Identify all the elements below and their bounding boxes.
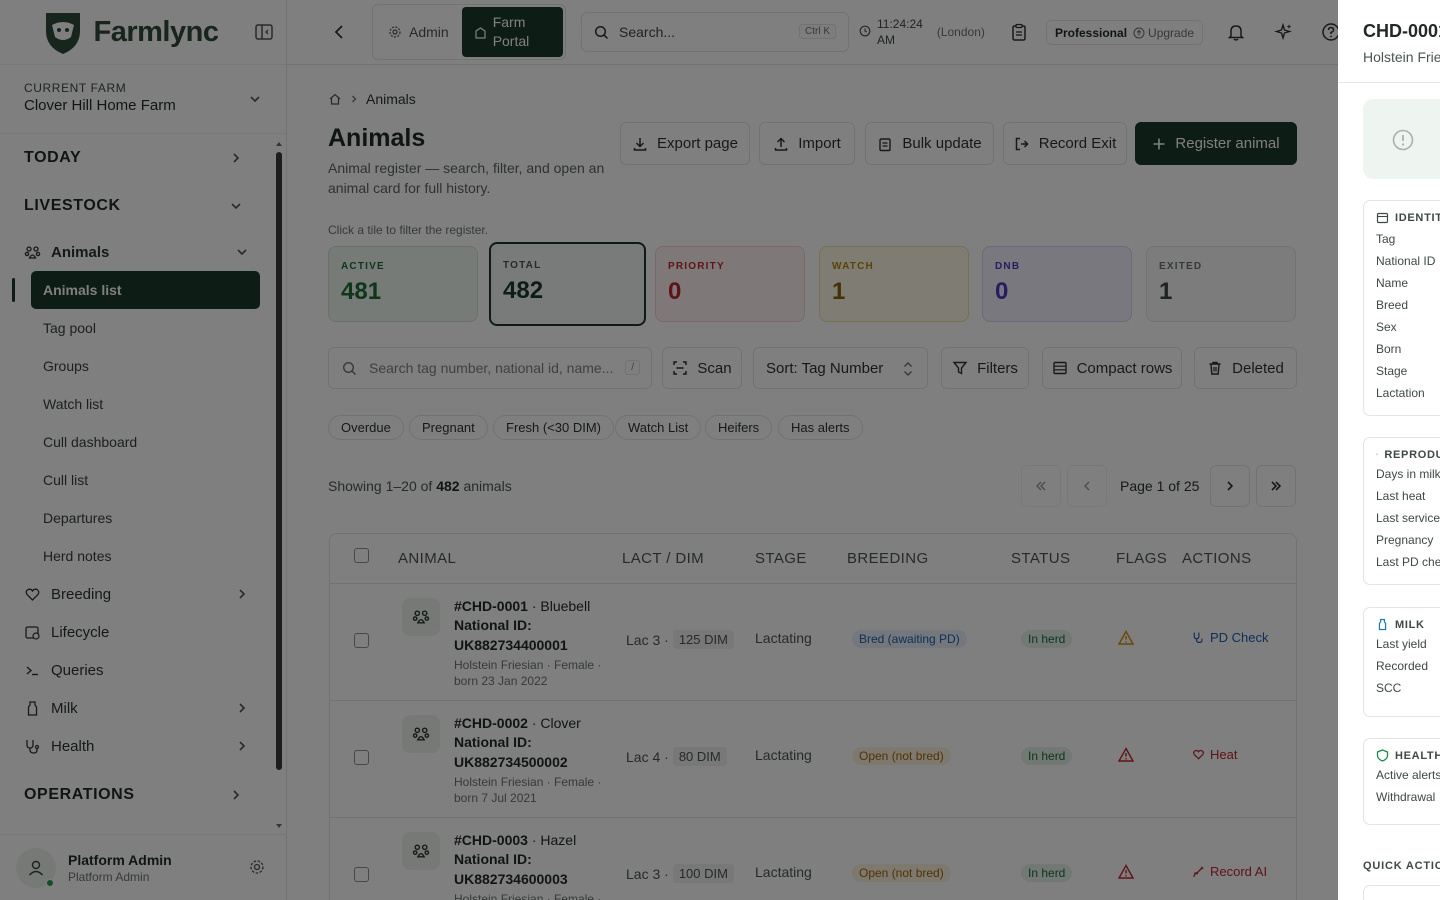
modal-backdrop[interactable] <box>0 0 1338 900</box>
quick-action-button[interactable] <box>1363 885 1440 900</box>
drawer-header: CHD-0001 Holstein Friesian <box>1338 0 1440 83</box>
reproduction-field: Pregnancy <box>1376 533 1434 547</box>
drawer-subtitle: Holstein Friesian <box>1363 49 1440 65</box>
identity-field: Stage <box>1376 364 1408 378</box>
quick-actions-heading: QUICK ACTIONS <box>1363 860 1440 872</box>
drawer-title: CHD-0001 <box>1363 21 1440 41</box>
milk-field: Recorded <box>1376 659 1429 673</box>
animal-detail-drawer: CHD-0001 Holstein Friesian IDENTITY Tag … <box>1338 0 1440 900</box>
identity-field: Name <box>1376 276 1409 290</box>
identity-heading: IDENTITY <box>1395 211 1440 224</box>
identity-field: Sex <box>1376 320 1397 334</box>
reproduction-heading: REPRODUCTION <box>1384 448 1440 461</box>
identity-field: Breed <box>1376 298 1409 312</box>
alert-summary-card <box>1363 99 1440 179</box>
milk-field: SCC <box>1376 681 1402 695</box>
health-field: Withdrawal <box>1376 790 1436 804</box>
calendar-icon <box>1376 212 1389 224</box>
milk-bottle-icon <box>1378 618 1387 631</box>
identity-field: Lactation <box>1376 386 1425 400</box>
identity-field: Tag <box>1376 232 1396 246</box>
identity-card: IDENTITY Tag National ID Name Breed Sex … <box>1363 200 1440 416</box>
alert-circle-icon <box>1391 128 1415 152</box>
reproduction-field: Days in milk <box>1376 467 1440 481</box>
shield-icon <box>1376 749 1389 762</box>
milk-heading: MILK <box>1395 618 1425 631</box>
health-card: HEALTH Active alerts Withdrawal <box>1363 738 1440 825</box>
health-heading: HEALTH <box>1395 749 1440 762</box>
health-field: Active alerts <box>1376 768 1440 782</box>
reproduction-card: REPRODUCTION Days in milk Last heat Last… <box>1363 437 1440 585</box>
identity-field: National ID <box>1376 254 1436 268</box>
heart-icon <box>1376 453 1379 456</box>
reproduction-field: Last PD check <box>1376 555 1440 569</box>
reproduction-field: Last service <box>1376 511 1440 525</box>
reproduction-field: Last heat <box>1376 489 1426 503</box>
milk-field: Last yield <box>1376 637 1427 651</box>
identity-field: Born <box>1376 342 1402 356</box>
milk-card: MILK Last yield Recorded SCC <box>1363 607 1440 717</box>
